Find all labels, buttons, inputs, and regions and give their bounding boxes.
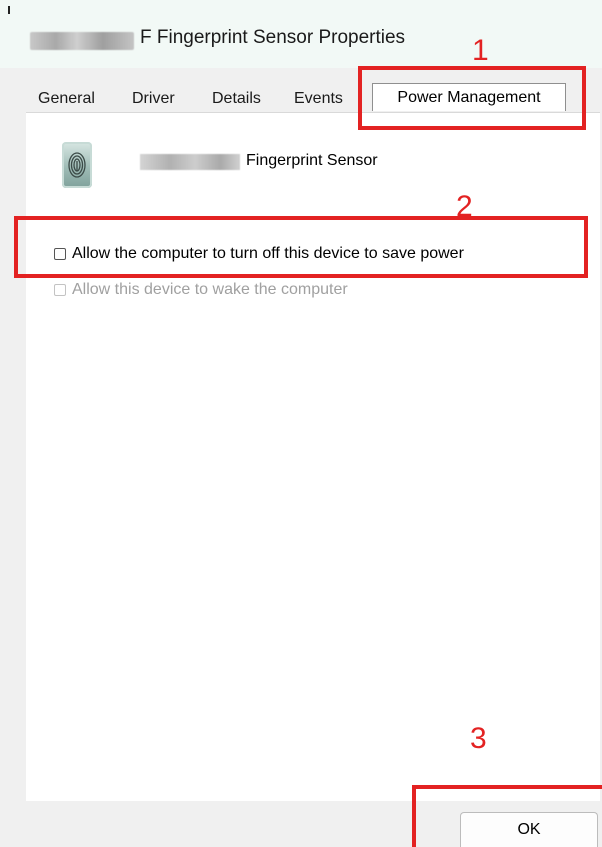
tab-details[interactable]: Details [212, 90, 261, 108]
redacted-device-text [140, 154, 240, 170]
tab-driver[interactable]: Driver [132, 90, 175, 108]
redacted-title-text [30, 32, 134, 50]
tab-events[interactable]: Events [294, 90, 343, 108]
window-title: F Fingerprint Sensor Properties [140, 27, 406, 48]
allow-wake-option: Allow this device to wake the computer [54, 281, 348, 299]
window-corner-mark [8, 6, 10, 14]
annotation-number-1: 1 [472, 34, 489, 67]
allow-wake-label: Allow this device to wake the computer [72, 281, 348, 298]
device-name: Fingerprint Sensor [246, 152, 378, 169]
fingerprint-icon [62, 142, 92, 188]
annotation-box-2 [14, 216, 588, 278]
annotation-box-1 [358, 66, 586, 130]
annotation-number-2: 2 [456, 190, 473, 223]
annotation-box-3 [412, 785, 602, 847]
annotation-number-3: 3 [470, 722, 487, 755]
tab-general[interactable]: General [38, 90, 95, 108]
allow-wake-checkbox [54, 284, 66, 296]
title-bar: F Fingerprint Sensor Properties [0, 0, 602, 68]
